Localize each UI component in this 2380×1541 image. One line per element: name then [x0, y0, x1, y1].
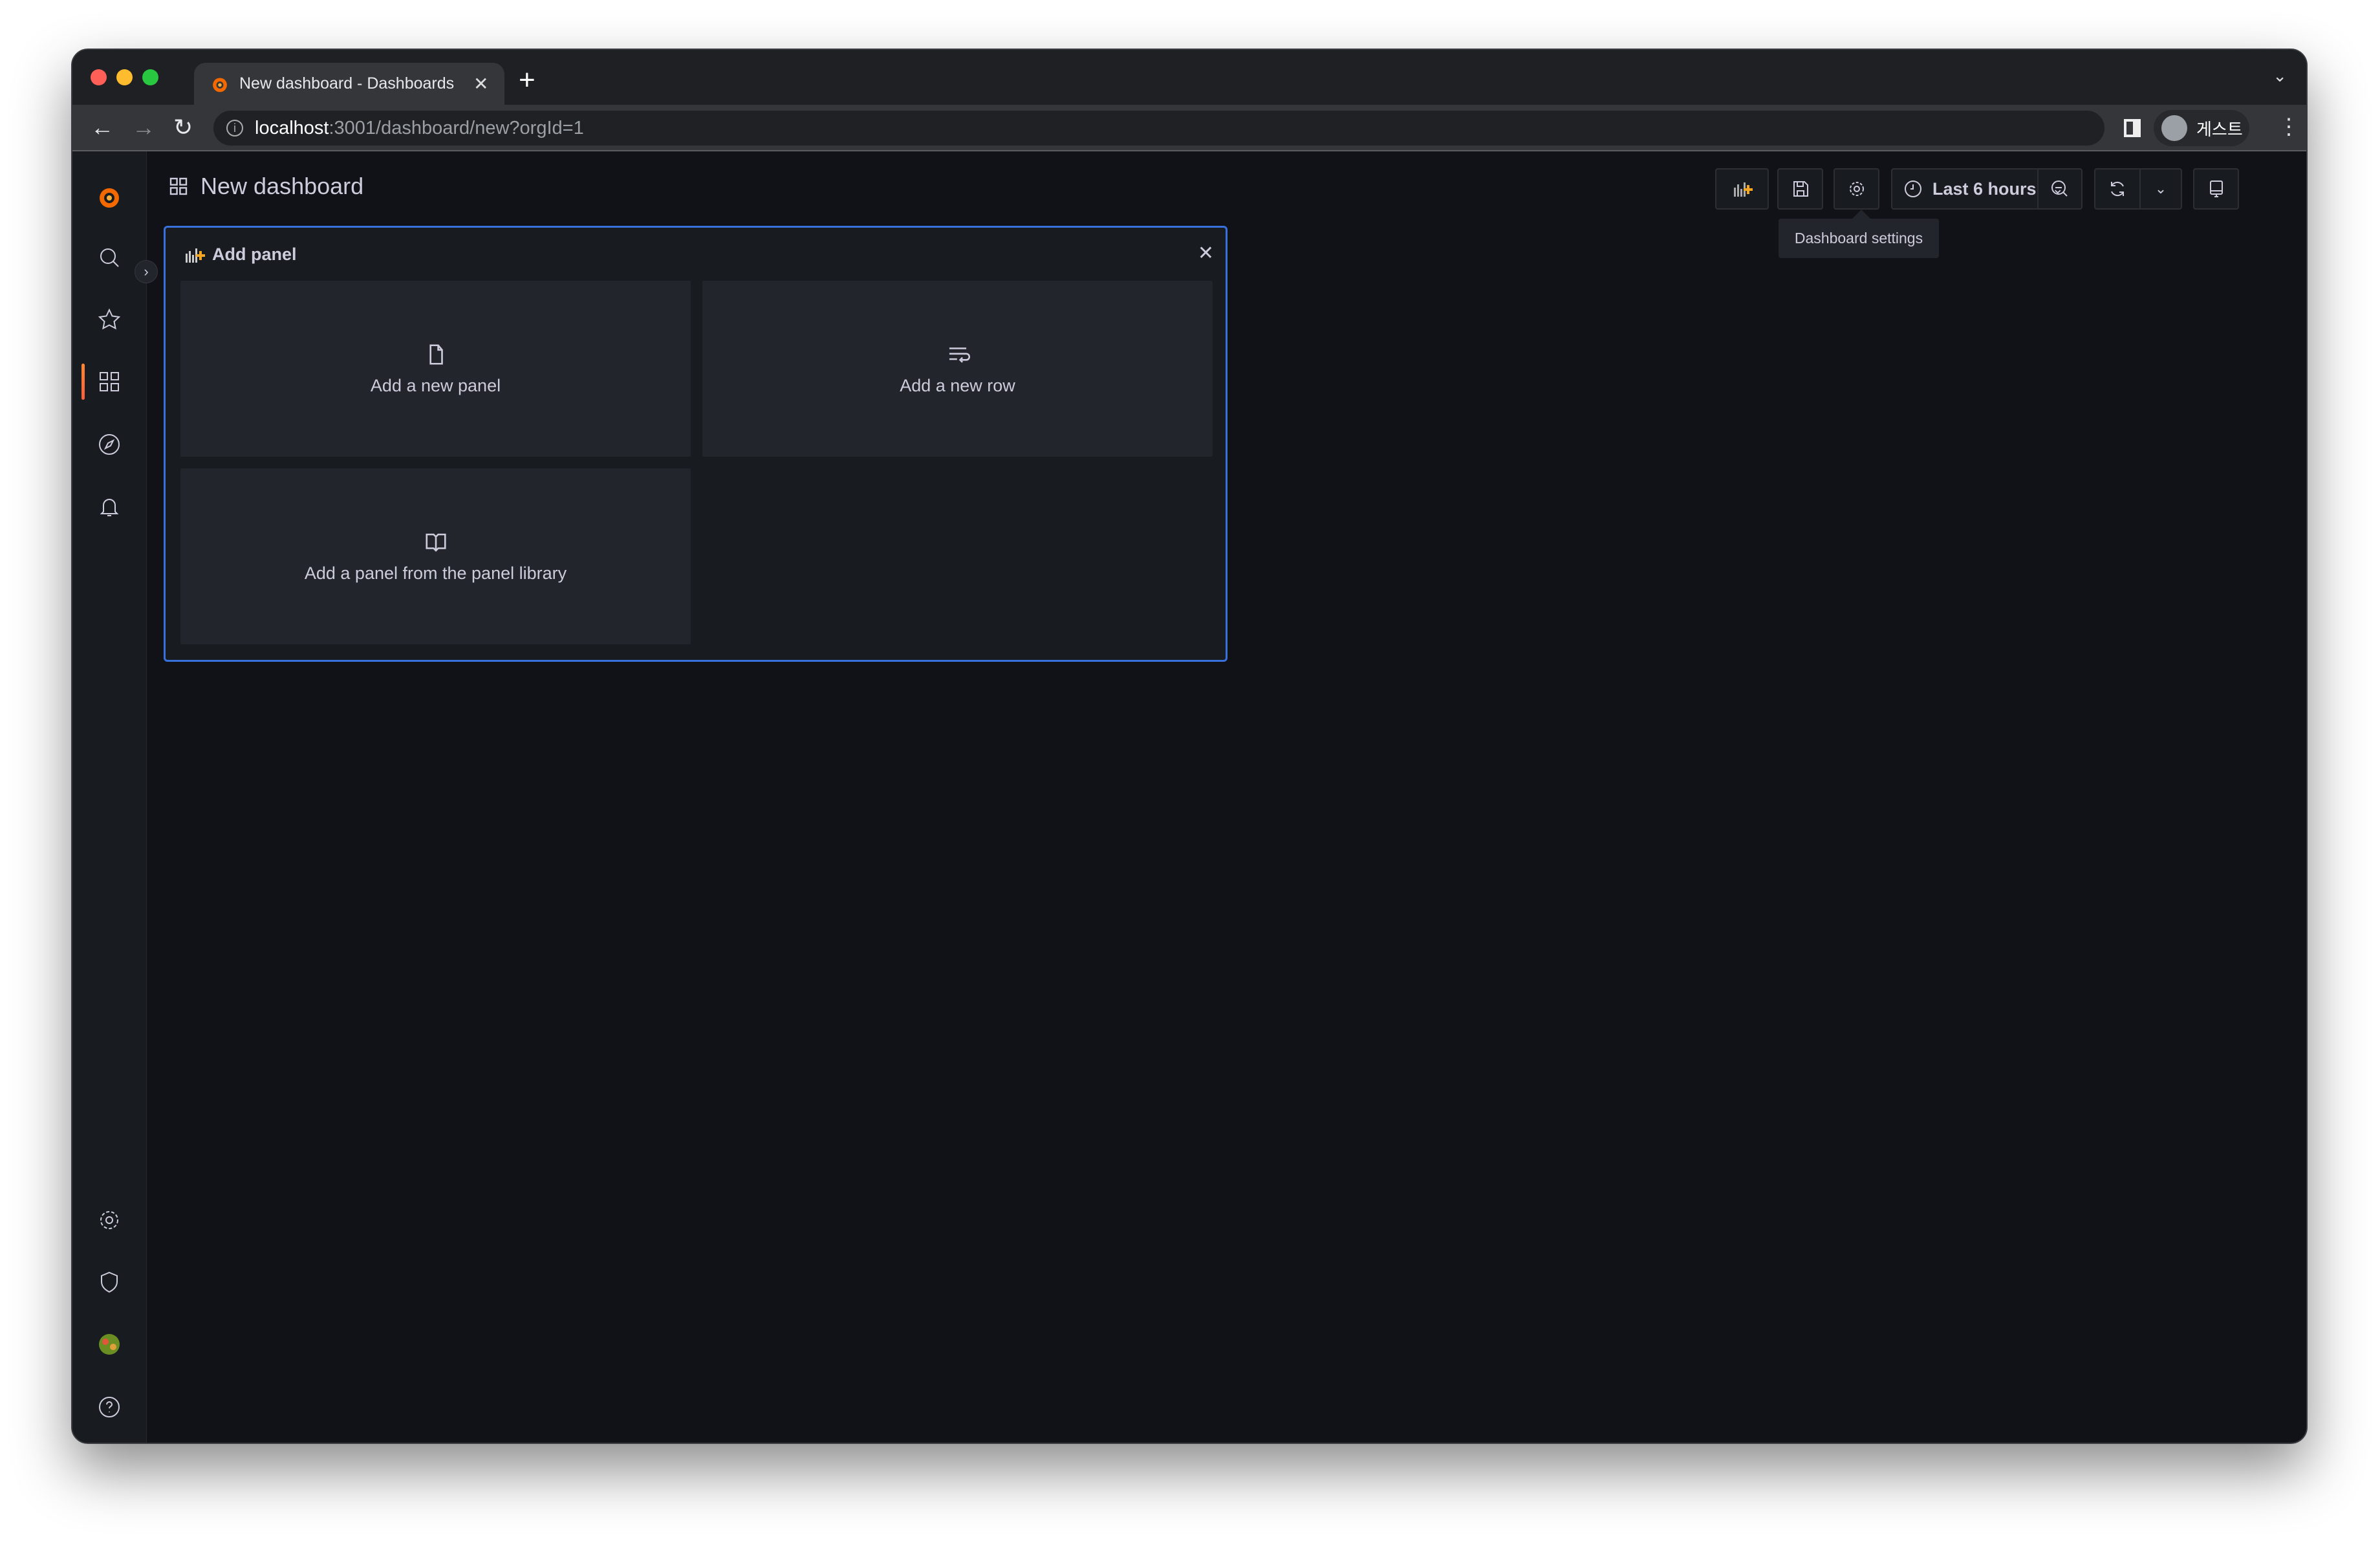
zoom-out-icon	[2051, 180, 2068, 197]
panel-header: Add panel	[185, 245, 297, 265]
grafana-logo-icon[interactable]	[96, 184, 122, 210]
option-label: Add a panel from the panel library	[304, 563, 567, 583]
dashboard-settings-button[interactable]	[1834, 168, 1879, 210]
page-title: New dashboard	[168, 173, 363, 200]
time-range-label: Last 6 hours	[1932, 179, 2037, 199]
dashboard-title: New dashboard	[200, 173, 364, 199]
dashboards-grid-icon	[169, 177, 188, 195]
sidebar: ›	[72, 151, 158, 1443]
panel-title: Add panel	[212, 245, 297, 264]
avatar-icon	[2161, 115, 2187, 141]
bell-icon[interactable]	[96, 494, 122, 519]
back-icon[interactable]: ←	[91, 114, 114, 141]
refresh-picker[interactable]: ⌄	[2094, 168, 2182, 210]
save-dashboard-button[interactable]	[1777, 168, 1823, 210]
gear-icon	[1849, 182, 1864, 196]
info-icon[interactable]: i	[226, 120, 243, 137]
tab-title: New dashboard - Dashboards - Grafana	[239, 74, 459, 93]
add-new-row-button[interactable]: Add a new row	[702, 281, 1213, 457]
new-tab-button[interactable]: +	[519, 64, 536, 96]
book-icon	[425, 533, 446, 552]
active-indicator	[81, 364, 85, 400]
reload-icon[interactable]: ↻	[173, 114, 193, 141]
add-panel-widget: Add panel ✕ Add a new panel Add a new ro…	[164, 226, 1228, 662]
tab-bar: New dashboard - Dashboards - Grafana ✕ +…	[72, 50, 2306, 105]
tv-mode-button[interactable]	[2193, 168, 2239, 210]
gear-icon[interactable]	[96, 1207, 122, 1233]
user-avatar[interactable]	[96, 1331, 122, 1357]
refresh-button[interactable]	[2095, 169, 2141, 208]
url-path: :3001/dashboard/new?orgId=1	[329, 117, 584, 138]
file-icon	[429, 344, 443, 365]
close-tab-icon[interactable]: ✕	[473, 73, 488, 94]
add-panel-button[interactable]	[1715, 168, 1769, 210]
save-icon	[1793, 181, 1808, 197]
help-icon[interactable]	[96, 1394, 122, 1420]
shield-icon[interactable]	[96, 1269, 122, 1295]
explore-compass-icon[interactable]	[96, 432, 122, 457]
profile-label: 게스트	[2196, 119, 2243, 139]
browser-window: New dashboard - Dashboards - Grafana ✕ +…	[71, 49, 2308, 1444]
star-icon[interactable]	[96, 307, 122, 333]
refresh-icon	[2111, 181, 2124, 197]
add-panel-icon	[186, 248, 205, 263]
tooltip: Dashboard settings	[1779, 210, 1939, 258]
add-panel-icon	[1733, 182, 1753, 197]
grafana-favicon-icon	[213, 77, 227, 92]
minimize-window-button[interactable]	[116, 69, 133, 85]
address-row: ← → ↻ i localhost:3001/dashboard/new?org…	[72, 105, 2306, 151]
add-new-panel-button[interactable]: Add a new panel	[180, 281, 691, 457]
time-picker[interactable]: Last 6 hours ⌄	[1891, 168, 2082, 210]
url-input[interactable]: i localhost:3001/dashboard/new?orgId=1	[213, 111, 2104, 146]
dashboards-icon[interactable]	[81, 364, 122, 400]
browser-tab[interactable]: New dashboard - Dashboards - Grafana ✕	[194, 63, 504, 105]
side-panel-icon[interactable]	[2124, 119, 2141, 137]
browser-menu-icon[interactable]: ⋮	[2278, 114, 2300, 140]
maximize-window-button[interactable]	[142, 69, 158, 85]
zoom-out-button[interactable]	[2037, 169, 2081, 208]
forward-icon[interactable]: →	[132, 114, 155, 141]
url-host: localhost	[255, 117, 329, 138]
close-icon[interactable]: ✕	[1198, 242, 1214, 265]
row-icon	[949, 347, 970, 363]
tab-search-chevron-icon[interactable]: ⌄	[2273, 66, 2287, 86]
option-label: Add a new row	[900, 375, 1015, 395]
clock-icon	[1905, 180, 1921, 197]
close-window-button[interactable]	[91, 69, 107, 85]
profile-button[interactable]: 게스트	[2154, 110, 2249, 146]
refresh-interval-chevron-icon[interactable]: ⌄	[2141, 180, 2181, 197]
option-label: Add a new panel	[370, 375, 501, 395]
search-icon[interactable]	[96, 245, 122, 270]
monitor-icon	[2209, 180, 2223, 197]
add-library-panel-button[interactable]: Add a panel from the panel library	[180, 468, 691, 644]
expand-sidebar-button[interactable]: ›	[135, 260, 158, 283]
